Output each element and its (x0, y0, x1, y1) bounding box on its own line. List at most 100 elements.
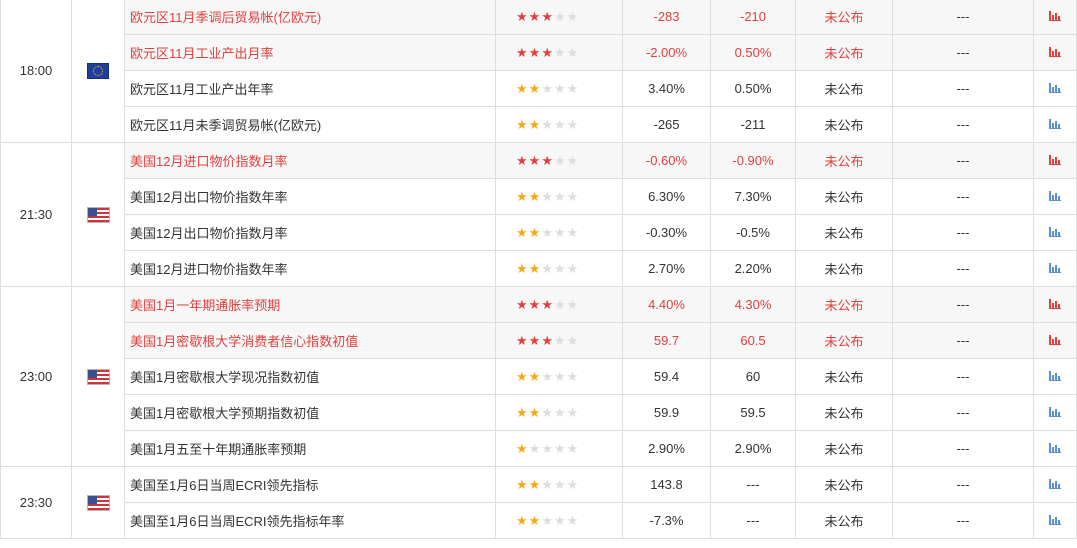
event-name[interactable]: 美国至1月6日当周ECRI领先指标 (124, 466, 496, 503)
importance-rating: ★★★★★ (495, 0, 623, 35)
bar-chart-icon[interactable] (1049, 119, 1061, 129)
star-icon: ★ (553, 189, 566, 204)
event-row[interactable]: 23:00 美国1月一年期通胀率预期 ★★★★★ 4.40% 4.30% 未公布 --- (0, 286, 1077, 467)
impact-value: --- (892, 502, 1034, 539)
star-icon: ★ (553, 117, 566, 132)
event-name[interactable]: 美国1月密歇根大学现况指数初值 (124, 358, 496, 395)
actual-value: 未公布 (795, 502, 893, 539)
importance-rating: ★★★★★ (495, 178, 623, 215)
event-name[interactable]: 美国12月出口物价指数月率 (124, 214, 496, 251)
impact-value: --- (892, 466, 1034, 503)
chart-link[interactable] (1033, 502, 1077, 539)
star-icon: ★ (553, 513, 566, 528)
bar-chart-icon[interactable] (1049, 227, 1061, 237)
event-name[interactable]: 美国12月进口物价指数月率 (124, 142, 496, 179)
event-row[interactable]: 欧元区11月未季调贸易帐(亿欧元) ★★★★★ -265 -211 未公布 --- (1, 106, 1077, 143)
event-name[interactable]: 欧元区11月未季调贸易帐(亿欧元) (124, 106, 496, 143)
bar-chart-icon[interactable] (1049, 263, 1061, 273)
star-icon: ★ (516, 9, 528, 24)
impact-value: --- (892, 430, 1034, 467)
star-icon: ★ (516, 81, 528, 96)
event-name[interactable]: 欧元区11月季调后贸易帐(亿欧元) (124, 0, 496, 35)
star-icon: ★ (528, 333, 541, 348)
star-icon: ★ (528, 261, 541, 276)
star-icon: ★ (566, 333, 579, 348)
us-flag-icon (86, 368, 110, 385)
event-row[interactable]: 美国12月出口物价指数年率 ★★★★★ 6.30% 7.30% 未公布 --- (1, 178, 1077, 215)
chart-link[interactable] (1033, 394, 1077, 431)
star-icon: ★ (553, 81, 566, 96)
event-row[interactable]: 美国至1月6日当周ECRI领先指标年率 ★★★★★ -7.3% --- 未公布 --- (1, 502, 1077, 539)
bar-chart-icon[interactable] (1049, 299, 1061, 309)
bar-chart-icon[interactable] (1049, 479, 1061, 489)
impact-value: --- (892, 286, 1034, 323)
event-row[interactable]: 18:00 欧元区11月季调后贸易帐(亿欧元) ★★★★★ -283 -210 未公布 --… (0, 0, 1077, 143)
bar-chart-icon[interactable] (1049, 83, 1061, 93)
impact-value: --- (892, 34, 1034, 71)
country-flag-cell (71, 0, 125, 143)
star-icon: ★ (566, 441, 579, 456)
chart-link[interactable] (1033, 322, 1077, 359)
event-name[interactable]: 美国12月出口物价指数年率 (124, 178, 496, 215)
chart-link[interactable] (1033, 250, 1077, 287)
actual-value: 未公布 (795, 250, 893, 287)
event-name[interactable]: 美国12月进口物价指数年率 (124, 250, 496, 287)
star-icon: ★ (541, 153, 553, 168)
event-name[interactable]: 美国至1月6日当周ECRI领先指标年率 (124, 502, 496, 539)
chart-link[interactable] (1033, 178, 1077, 215)
chart-link[interactable] (1033, 0, 1077, 35)
chart-link[interactable] (1033, 70, 1077, 107)
chart-link[interactable] (1033, 358, 1077, 395)
chart-link[interactable] (1033, 214, 1077, 251)
event-name[interactable]: 欧元区11月工业产出月率 (124, 34, 496, 71)
bar-chart-icon[interactable] (1049, 47, 1061, 57)
event-row[interactable]: 美国1月密歇根大学预期指数初值 ★★★★★ 59.9 59.5 未公布 --- (1, 394, 1077, 431)
event-row[interactable]: 欧元区11月工业产出年率 ★★★★★ 3.40% 0.50% 未公布 --- (1, 70, 1077, 107)
bar-chart-icon[interactable] (1049, 11, 1061, 21)
chart-link[interactable] (1033, 430, 1077, 467)
chart-link[interactable] (1033, 34, 1077, 71)
bar-chart-icon[interactable] (1049, 155, 1061, 165)
event-row[interactable]: 美国1月五至十年期通胀率预期 ★★★★★ 2.90% 2.90% 未公布 --- (1, 430, 1077, 467)
forecast-value: 2.90% (710, 430, 796, 467)
event-row[interactable]: 美国1月密歇根大学现况指数初值 ★★★★★ 59.4 60 未公布 --- (1, 358, 1077, 395)
bar-chart-icon[interactable] (1049, 191, 1061, 201)
actual-value: 未公布 (795, 358, 893, 395)
bar-chart-icon[interactable] (1049, 335, 1061, 345)
event-name[interactable]: 美国1月五至十年期通胀率预期 (124, 430, 496, 467)
event-row[interactable]: 美国1月密歇根大学消费者信心指数初值 ★★★★★ 59.7 60.5 未公布 --- (1, 322, 1077, 359)
star-icon: ★ (541, 369, 553, 384)
chart-link[interactable] (1033, 106, 1077, 143)
star-icon: ★ (566, 405, 579, 420)
actual-value: 未公布 (795, 430, 893, 467)
bar-chart-icon[interactable] (1049, 371, 1061, 381)
chart-link[interactable] (1033, 142, 1077, 179)
forecast-value: -0.90% (710, 142, 796, 179)
event-row[interactable]: 23:30 美国至1月6日当周ECRI领先指标 ★★★★★ 143.8 --- 未公布 --… (0, 466, 1077, 539)
event-row[interactable]: 欧元区11月工业产出月率 ★★★★★ -2.00% 0.50% 未公布 --- (1, 34, 1077, 71)
bar-chart-icon[interactable] (1049, 515, 1061, 525)
event-name[interactable]: 欧元区11月工业产出年率 (124, 70, 496, 107)
star-icon: ★ (541, 405, 553, 420)
chart-link[interactable] (1033, 466, 1077, 503)
event-row[interactable]: 21:30 美国12月进口物价指数月率 ★★★★★ -0.60% -0.90% 未公布 --… (0, 142, 1077, 287)
star-icon: ★ (528, 477, 541, 492)
event-name[interactable]: 美国1月密歇根大学消费者信心指数初值 (124, 322, 496, 359)
star-icon: ★ (516, 369, 528, 384)
event-name[interactable]: 美国1月密歇根大学预期指数初值 (124, 394, 496, 431)
eu-flag-icon (87, 62, 109, 79)
star-icon: ★ (553, 261, 566, 276)
forecast-value: 60.5 (710, 322, 796, 359)
event-row[interactable]: 美国12月出口物价指数月率 ★★★★★ -0.30% -0.5% 未公布 --- (1, 214, 1077, 251)
importance-rating: ★★★★★ (495, 430, 623, 467)
event-name[interactable]: 美国1月一年期通胀率预期 (124, 286, 496, 323)
bar-chart-icon[interactable] (1049, 407, 1061, 417)
star-icon: ★ (566, 369, 579, 384)
star-icon: ★ (516, 333, 528, 348)
forecast-value: -0.5% (710, 214, 796, 251)
star-icon: ★ (566, 225, 579, 240)
bar-chart-icon[interactable] (1049, 443, 1061, 453)
event-row[interactable]: 美国12月进口物价指数年率 ★★★★★ 2.70% 2.20% 未公布 --- (1, 250, 1077, 287)
chart-link[interactable] (1033, 286, 1077, 323)
country-flag-cell (71, 142, 125, 287)
